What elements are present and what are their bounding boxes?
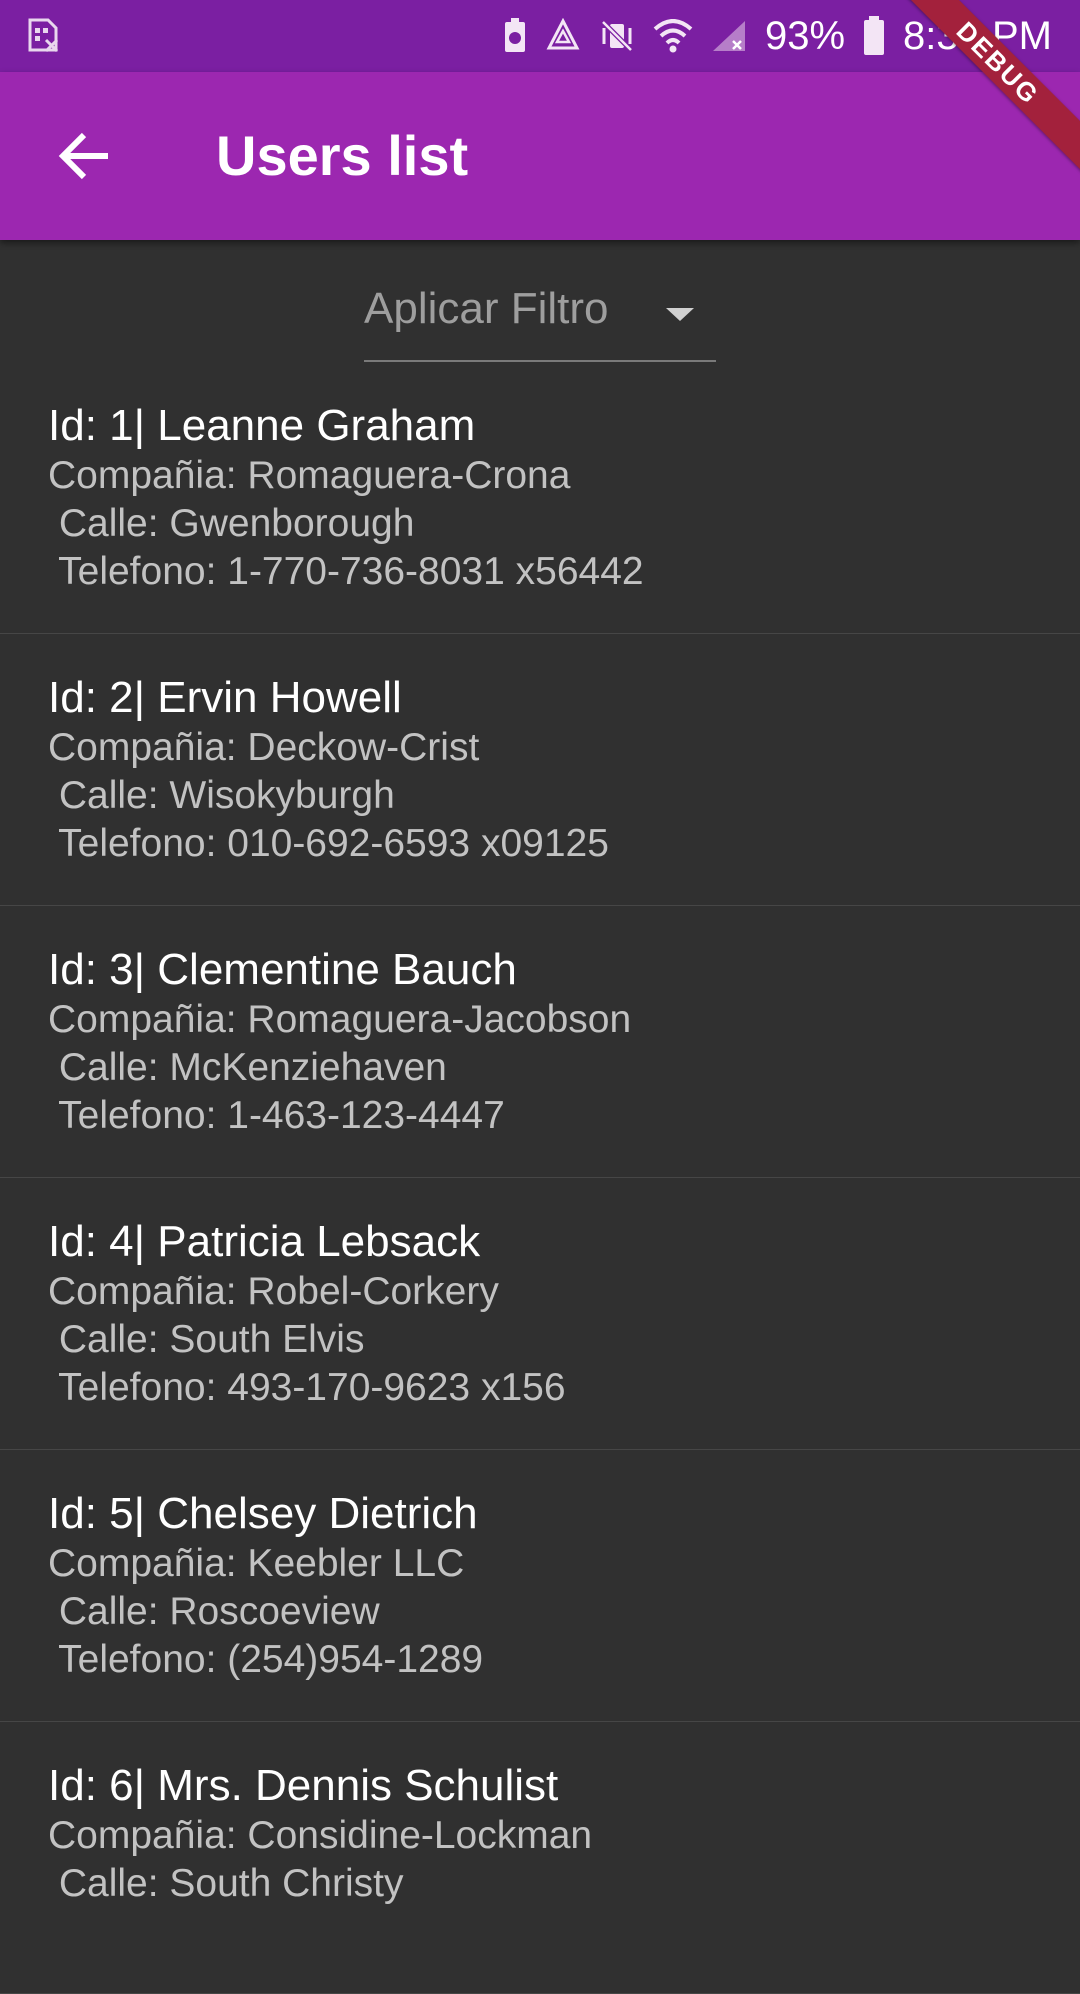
user-company: Compañia: Deckow-Crist (48, 726, 480, 769)
sim-card-off-icon (26, 18, 62, 54)
user-street: Calle: Roscoeview (48, 1590, 380, 1633)
list-item[interactable]: Id: 4| Patricia Lebsack Compañia: Robel-… (0, 1178, 1080, 1450)
user-phone: Telefono: 1-463-123-4447 (48, 1094, 505, 1137)
user-street: Calle: Wisokyburgh (48, 774, 395, 817)
user-title: Id: 4| Patricia Lebsack (48, 1217, 481, 1266)
user-street: Calle: South Elvis (48, 1318, 365, 1361)
battery-saver-icon (503, 18, 527, 54)
user-title: Id: 5| Chelsey Dietrich (48, 1489, 478, 1538)
user-street: Calle: McKenziehaven (48, 1046, 447, 1089)
user-street: Calle: Gwenborough (48, 502, 415, 545)
user-title: Id: 6| Mrs. Dennis Schulist (48, 1761, 559, 1810)
filter-label: Aplicar Filtro (364, 284, 609, 333)
list-item[interactable]: Id: 2| Ervin Howell Compañia: Deckow-Cri… (0, 634, 1080, 906)
user-company: Compañia: Keebler LLC (48, 1542, 465, 1585)
list-item[interactable]: Id: 3| Clementine Bauch Compañia: Romagu… (0, 906, 1080, 1178)
user-title: Id: 1| Leanne Graham (48, 401, 476, 450)
list-item[interactable]: Id: 5| Chelsey Dietrich Compañia: Keeble… (0, 1450, 1080, 1722)
filter-dropdown[interactable]: Aplicar Filtro (364, 278, 716, 362)
user-phone: Telefono: 1-770-736-8031 x56442 (48, 550, 644, 593)
user-company: Compañia: Romaguera-Jacobson (48, 998, 632, 1041)
battery-icon (863, 16, 885, 56)
app-bar: Users list (0, 72, 1080, 240)
status-bar: 93% 8:38 PM (0, 0, 1080, 72)
user-street: Calle: South Christy (48, 1862, 404, 1905)
user-phone: Telefono: 493-170-9623 x156 (48, 1366, 566, 1409)
user-list: Id: 1| Leanne Graham Compañia: Romaguera… (0, 362, 1080, 1994)
user-company: Compañia: Romaguera-Crona (48, 454, 571, 497)
cell-signal-off-icon (711, 19, 747, 53)
user-phone: Telefono: 010-692-6593 x09125 (48, 822, 609, 865)
user-title: Id: 3| Clementine Bauch (48, 945, 517, 994)
user-phone: Telefono: (254)954-1289 (48, 1638, 484, 1681)
vibrate-mute-icon (599, 18, 635, 54)
user-title: Id: 2| Ervin Howell (48, 673, 402, 722)
wifi-icon (653, 19, 693, 53)
recycle-icon (545, 18, 581, 54)
page-title: Users list (216, 124, 469, 187)
dropdown-arrow-icon (664, 306, 696, 327)
battery-percent: 93% (764, 13, 846, 58)
list-item[interactable]: Id: 6| Mrs. Dennis Schulist Compañia: Co… (0, 1722, 1080, 1994)
back-button[interactable] (36, 108, 132, 204)
user-company: Compañia: Robel-Corkery (48, 1270, 499, 1313)
user-company: Compañia: Considine-Lockman (48, 1814, 593, 1857)
arrow-back-icon (58, 132, 108, 180)
list-item[interactable]: Id: 1| Leanne Graham Compañia: Romaguera… (0, 362, 1080, 634)
